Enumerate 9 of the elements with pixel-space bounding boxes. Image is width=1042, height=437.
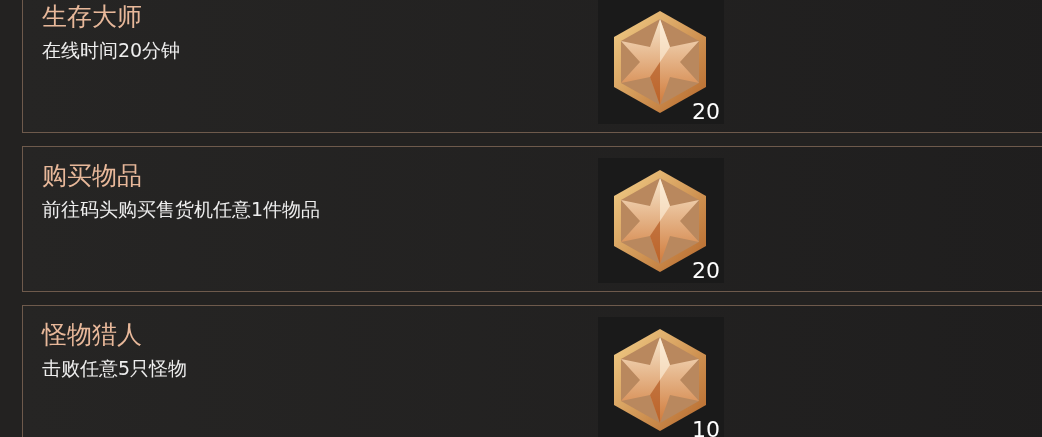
task-description: 在线时间20分钟: [42, 38, 182, 63]
task-description: 前往码头购买售货机任意1件物品: [42, 197, 322, 222]
task-description: 击败任意5只怪物: [42, 356, 189, 381]
task-title: 生存大师: [42, 2, 143, 32]
task-title: 怪物猎人: [42, 320, 143, 350]
reward-count: 20: [692, 99, 720, 124]
reward-count: 20: [692, 258, 720, 283]
task-title: 购买物品: [42, 161, 143, 191]
reward-count: 10: [692, 417, 720, 437]
